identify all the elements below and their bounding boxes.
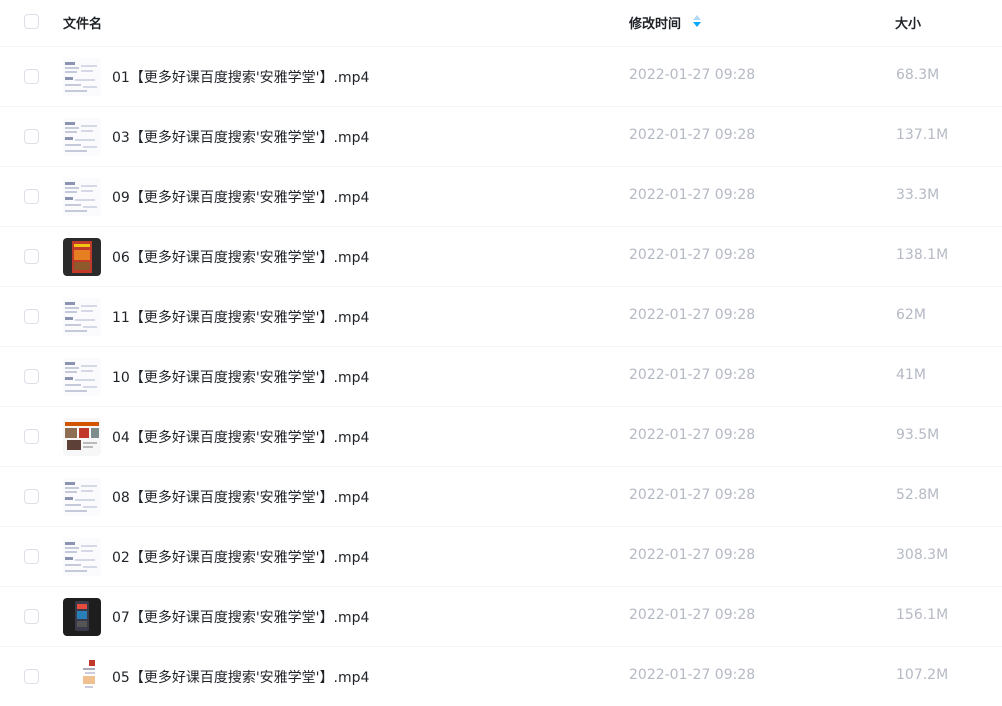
- file-name[interactable]: 09【更多好课百度搜索'安雅学堂'】.mp4: [112, 187, 369, 207]
- column-header-name[interactable]: 文件名: [63, 13, 102, 32]
- column-header-modified[interactable]: 修改时间: [629, 13, 681, 32]
- file-list: 文件名 修改时间 大小 01【更多好课百度搜索'安雅学堂'】.mp4 2022-0…: [0, 0, 1002, 706]
- file-name[interactable]: 03【更多好课百度搜索'安雅学堂'】.mp4: [112, 127, 369, 147]
- video-thumbnail[interactable]: [63, 598, 101, 636]
- file-row[interactable]: 01【更多好课百度搜索'安雅学堂'】.mp4 2022-01-27 09:28 68…: [0, 47, 1002, 107]
- video-thumbnail[interactable]: [63, 358, 101, 396]
- row-checkbox[interactable]: [24, 549, 39, 564]
- row-checkbox[interactable]: [24, 249, 39, 264]
- file-name[interactable]: 04【更多好课百度搜索'安雅学堂'】.mp4: [112, 427, 369, 447]
- sort-arrow-icon[interactable]: [692, 14, 702, 28]
- file-modified-time: 2022-01-27 09:28: [629, 667, 756, 683]
- video-thumbnail[interactable]: [63, 298, 101, 336]
- video-thumbnail[interactable]: [63, 178, 101, 216]
- file-size: 308.3M: [896, 547, 949, 563]
- file-name[interactable]: 10【更多好课百度搜索'安雅学堂'】.mp4: [112, 367, 369, 387]
- row-checkbox[interactable]: [24, 309, 39, 324]
- file-size: 33.3M: [896, 187, 940, 203]
- file-modified-time: 2022-01-27 09:28: [629, 67, 756, 83]
- video-thumbnail[interactable]: [63, 658, 101, 696]
- file-name[interactable]: 01【更多好课百度搜索'安雅学堂'】.mp4: [112, 67, 369, 87]
- file-row[interactable]: 08【更多好课百度搜索'安雅学堂'】.mp4 2022-01-27 09:28 52…: [0, 467, 1002, 527]
- video-thumbnail[interactable]: [63, 538, 101, 576]
- file-modified-time: 2022-01-27 09:28: [629, 547, 756, 563]
- file-list-header: 文件名 修改时间 大小: [0, 0, 1002, 47]
- file-size: 93.5M: [896, 427, 940, 443]
- row-checkbox[interactable]: [24, 609, 39, 624]
- file-name[interactable]: 11【更多好课百度搜索'安雅学堂'】.mp4: [112, 307, 369, 327]
- column-header-size[interactable]: 大小: [895, 13, 921, 32]
- file-rows: 01【更多好课百度搜索'安雅学堂'】.mp4 2022-01-27 09:28 68…: [0, 47, 1002, 706]
- video-thumbnail[interactable]: [63, 118, 101, 156]
- file-name[interactable]: 05【更多好课百度搜索'安雅学堂'】.mp4: [112, 667, 369, 687]
- file-size: 137.1M: [896, 127, 949, 143]
- row-checkbox[interactable]: [24, 189, 39, 204]
- file-row[interactable]: 11【更多好课百度搜索'安雅学堂'】.mp4 2022-01-27 09:28 62…: [0, 287, 1002, 347]
- file-modified-time: 2022-01-27 09:28: [629, 127, 756, 143]
- file-name[interactable]: 08【更多好课百度搜索'安雅学堂'】.mp4: [112, 487, 369, 507]
- file-size: 107.2M: [896, 667, 949, 683]
- file-size: 62M: [896, 307, 926, 323]
- row-checkbox[interactable]: [24, 129, 39, 144]
- row-checkbox[interactable]: [24, 369, 39, 384]
- file-row[interactable]: 09【更多好课百度搜索'安雅学堂'】.mp4 2022-01-27 09:28 33…: [0, 167, 1002, 227]
- file-row[interactable]: 07【更多好课百度搜索'安雅学堂'】.mp4 2022-01-27 09:28 15…: [0, 587, 1002, 647]
- file-row[interactable]: 05【更多好课百度搜索'安雅学堂'】.mp4 2022-01-27 09:28 10…: [0, 647, 1002, 706]
- file-modified-time: 2022-01-27 09:28: [629, 187, 756, 203]
- row-checkbox[interactable]: [24, 429, 39, 444]
- file-size: 52.8M: [896, 487, 940, 503]
- row-checkbox[interactable]: [24, 669, 39, 684]
- file-size: 41M: [896, 367, 926, 383]
- file-size: 68.3M: [896, 67, 940, 83]
- video-thumbnail[interactable]: [63, 418, 101, 456]
- file-modified-time: 2022-01-27 09:28: [629, 247, 756, 263]
- file-size: 156.1M: [896, 607, 949, 623]
- file-modified-time: 2022-01-27 09:28: [629, 307, 756, 323]
- file-row[interactable]: 06【更多好课百度搜索'安雅学堂'】.mp4 2022-01-27 09:28 13…: [0, 227, 1002, 287]
- row-checkbox[interactable]: [24, 489, 39, 504]
- select-all-checkbox[interactable]: [24, 14, 39, 29]
- file-modified-time: 2022-01-27 09:28: [629, 427, 756, 443]
- file-modified-time: 2022-01-27 09:28: [629, 607, 756, 623]
- video-thumbnail[interactable]: [63, 58, 101, 96]
- file-name[interactable]: 07【更多好课百度搜索'安雅学堂'】.mp4: [112, 607, 369, 627]
- file-name[interactable]: 02【更多好课百度搜索'安雅学堂'】.mp4: [112, 547, 369, 567]
- row-checkbox[interactable]: [24, 69, 39, 84]
- file-row[interactable]: 03【更多好课百度搜索'安雅学堂'】.mp4 2022-01-27 09:28 13…: [0, 107, 1002, 167]
- file-row[interactable]: 10【更多好课百度搜索'安雅学堂'】.mp4 2022-01-27 09:28 41…: [0, 347, 1002, 407]
- file-modified-time: 2022-01-27 09:28: [629, 367, 756, 383]
- video-thumbnail[interactable]: [63, 478, 101, 516]
- video-thumbnail[interactable]: [63, 238, 101, 276]
- file-size: 138.1M: [896, 247, 949, 263]
- file-row[interactable]: 04【更多好课百度搜索'安雅学堂'】.mp4 2022-01-27 09:28 93…: [0, 407, 1002, 467]
- file-modified-time: 2022-01-27 09:28: [629, 487, 756, 503]
- file-name[interactable]: 06【更多好课百度搜索'安雅学堂'】.mp4: [112, 247, 369, 267]
- file-row[interactable]: 02【更多好课百度搜索'安雅学堂'】.mp4 2022-01-27 09:28 30…: [0, 527, 1002, 587]
